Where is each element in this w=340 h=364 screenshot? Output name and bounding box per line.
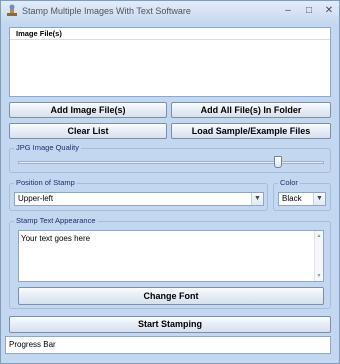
- add-folder-button[interactable]: Add All File(s) In Folder: [171, 102, 331, 118]
- position-selected-value: Upper-left: [18, 194, 54, 203]
- jpg-quality-label: JPG Image Quality: [14, 143, 81, 153]
- stamp-text-group: Stamp Text Appearance Your text goes her…: [9, 216, 331, 309]
- scroll-up-icon[interactable]: ▲: [315, 232, 323, 240]
- file-list-column-label: Image File(s): [16, 29, 62, 38]
- title-bar: Stamp Multiple Images With Text Software…: [1, 1, 339, 23]
- position-group: Position of Stamp Upper-left ▼: [9, 178, 268, 211]
- close-icon[interactable]: ✕: [322, 4, 336, 17]
- image-file-list[interactable]: Image File(s): [9, 27, 331, 97]
- minimize-icon[interactable]: –: [281, 4, 295, 17]
- scroll-down-icon[interactable]: ▼: [315, 272, 323, 280]
- file-list-header[interactable]: Image File(s): [10, 28, 330, 40]
- chevron-down-icon[interactable]: ▼: [313, 193, 325, 205]
- chevron-down-icon[interactable]: ▼: [251, 193, 263, 205]
- window-title: Stamp Multiple Images With Text Software: [22, 6, 191, 16]
- change-font-button[interactable]: Change Font: [18, 287, 324, 305]
- color-label: Color: [278, 178, 300, 188]
- add-images-button[interactable]: Add Image File(s): [9, 102, 167, 118]
- progress-bar: Progress Bar: [5, 336, 331, 354]
- text-scrollbar[interactable]: ▲ ▼: [314, 231, 323, 281]
- position-label: Position of Stamp: [14, 178, 77, 188]
- maximize-icon[interactable]: □: [302, 4, 316, 17]
- color-group: Color Black ▼: [273, 178, 331, 211]
- color-selected-value: Black: [282, 194, 302, 203]
- jpg-quality-slider-thumb[interactable]: [274, 156, 283, 168]
- client-area: Image File(s) Add Image File(s) Add All …: [4, 23, 336, 360]
- clear-list-button[interactable]: Clear List: [9, 123, 167, 139]
- stamp-text-label: Stamp Text Appearance: [14, 216, 98, 226]
- progress-bar-label: Progress Bar: [9, 340, 56, 349]
- jpg-quality-group: JPG Image Quality: [9, 143, 331, 173]
- position-select[interactable]: Upper-left ▼: [14, 192, 264, 206]
- stamp-app-icon: [7, 4, 17, 16]
- load-sample-button[interactable]: Load Sample/Example Files: [171, 123, 331, 139]
- start-stamping-button[interactable]: Start Stamping: [9, 316, 331, 333]
- stamp-text-value: Your text goes here: [21, 234, 91, 243]
- stamp-text-input[interactable]: Your text goes here ▲ ▼: [18, 230, 324, 282]
- app-window: Stamp Multiple Images With Text Software…: [0, 0, 340, 364]
- color-select[interactable]: Black ▼: [278, 192, 326, 206]
